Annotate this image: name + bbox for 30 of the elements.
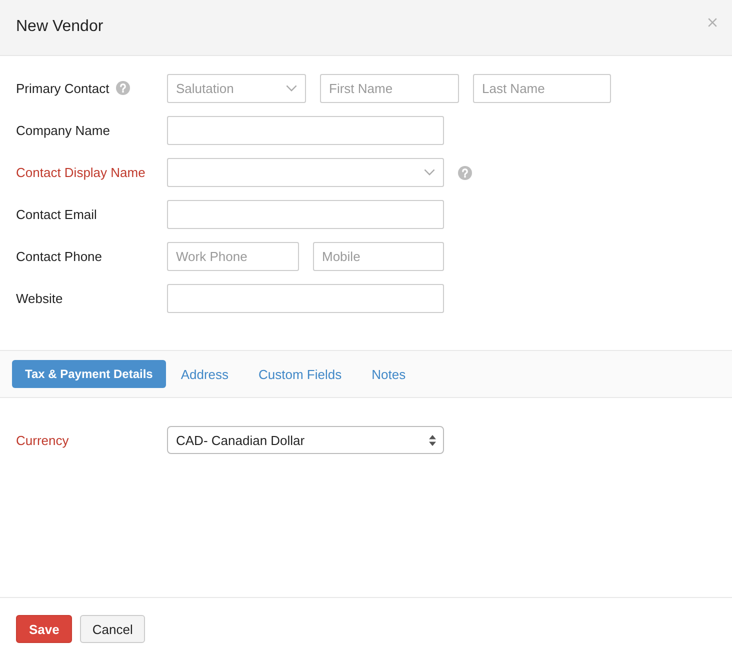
- dropdown-field[interactable]: Salutation: [167, 74, 306, 103]
- input-field[interactable]: Work Phone: [167, 242, 299, 271]
- tab[interactable]: Address: [166, 360, 244, 388]
- input-field[interactable]: Last Name: [473, 74, 611, 103]
- field-label: Company Name: [16, 123, 110, 138]
- field-label: Currency: [16, 432, 69, 448]
- field-label: Primary Contact: [16, 81, 110, 96]
- dropdown-field[interactable]: [167, 158, 444, 187]
- input-field[interactable]: First Name: [320, 74, 459, 103]
- field-label: Website: [16, 291, 63, 306]
- tab[interactable]: Custom Fields: [244, 360, 357, 388]
- up-down-arrows-icon: [429, 434, 436, 446]
- close-icon[interactable]: [708, 18, 717, 27]
- chevron-down-icon: [286, 85, 297, 92]
- field-label: Contact Phone: [16, 249, 102, 264]
- select-field[interactable]: CAD- Canadian Dollar: [167, 426, 444, 454]
- chevron-down-icon: [424, 169, 435, 176]
- save-button[interactable]: Save: [16, 615, 72, 643]
- tab[interactable]: Tax & Payment Details: [12, 360, 166, 388]
- field-label: Contact Display Name: [16, 165, 146, 180]
- cancel-button[interactable]: Cancel: [80, 615, 145, 643]
- dialog-title: New Vendor: [16, 18, 104, 36]
- input-field[interactable]: Mobile: [313, 242, 444, 271]
- field-label: Contact Email: [16, 207, 97, 222]
- help-icon[interactable]: [458, 166, 472, 180]
- tab[interactable]: Notes: [356, 360, 421, 388]
- input-field[interactable]: [167, 116, 444, 145]
- help-icon[interactable]: [116, 81, 130, 95]
- input-field[interactable]: [167, 200, 444, 229]
- input-field[interactable]: [167, 284, 444, 313]
